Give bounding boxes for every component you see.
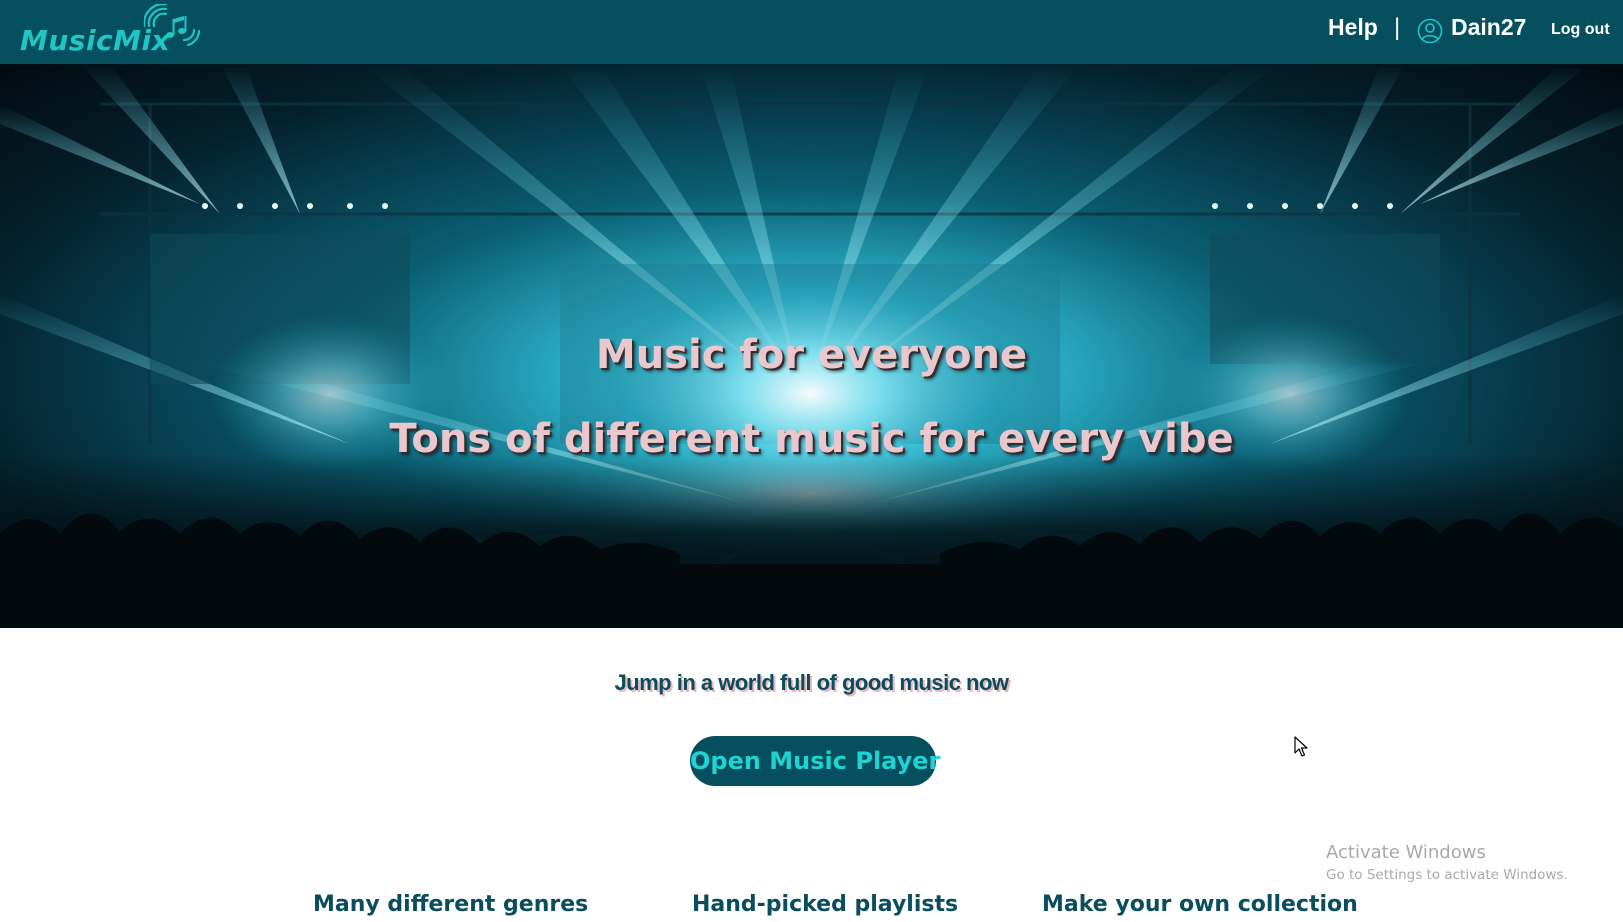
user-circle-icon[interactable] (1417, 18, 1443, 44)
hero-title: Music for everyone (595, 332, 1028, 378)
cta-tagline: Jump in a world full of good music now (614, 670, 1009, 695)
logout-link[interactable]: Log out (1551, 21, 1610, 39)
music-waves-icon (144, 4, 201, 47)
brand-logo[interactable]: MusicMix (20, 4, 201, 60)
feature-heading-collection: Make your own collection (1042, 892, 1358, 917)
activate-windows-title: Activate Windows (1326, 842, 1486, 863)
open-music-player-button[interactable]: Open Music Player (690, 736, 940, 786)
top-navbar: MusicMix Help | Dain27 Log out (0, 0, 1623, 64)
hero-subtitle: Tons of different music for every vibe (389, 416, 1234, 462)
nav-separator: | (1394, 14, 1401, 41)
username-link[interactable]: Dain27 (1451, 14, 1526, 41)
activate-windows-subtitle: Go to Settings to activate Windows. (1326, 867, 1568, 883)
activate-windows-watermark: Activate Windows Go to Settings to activ… (1326, 842, 1568, 883)
features-row: Many different genres Hand-picked playli… (0, 892, 1623, 922)
feature-heading-playlists: Hand-picked playlists (692, 892, 959, 917)
hero-banner: Music for everyone Tons of different mus… (0, 64, 1623, 628)
feature-heading-genres: Many different genres (313, 892, 589, 917)
mouse-pointer-icon (1294, 736, 1308, 757)
help-link[interactable]: Help (1328, 14, 1378, 41)
